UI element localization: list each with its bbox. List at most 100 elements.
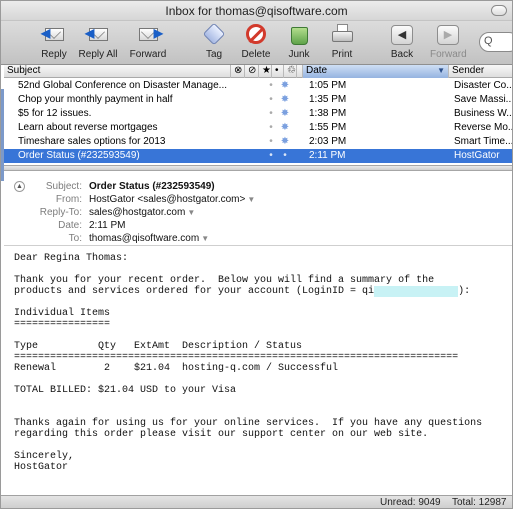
message-row[interactable]: $5 for 12 issues. • ✸ 1:38 PM Business W… xyxy=(4,107,512,121)
junk-label: Junk xyxy=(288,49,310,60)
body-greeting: Dear Regina Thomas: xyxy=(14,253,129,264)
delete-icon xyxy=(243,24,269,46)
column-attachment-icon[interactable]: ⊘ xyxy=(245,65,259,78)
search-icon: Q xyxy=(484,35,493,47)
message-list: Subject ⊗ ⊘ ★ • ♲ Date ▼ Sender 52nd Glo… xyxy=(4,65,512,165)
header-date: 2:11 PM xyxy=(89,220,126,231)
forward-button[interactable]: ▶ Forward xyxy=(128,23,168,63)
message-row[interactable]: Learn about reverse mortgages • ✸ 1:55 P… xyxy=(4,121,512,135)
header-replyto[interactable]: sales@hostgator.com ▼ xyxy=(89,207,195,219)
delete-button[interactable]: Delete xyxy=(241,23,271,63)
message-subject: Learn about reverse mortgages xyxy=(18,122,158,133)
back-button[interactable]: ◀ Back xyxy=(387,23,417,63)
column-junk-icon[interactable]: ♲ xyxy=(284,65,297,78)
items-table-rule: ========================================… xyxy=(14,352,459,363)
header-subject: Order Status (#232593549) xyxy=(89,181,215,192)
header-from-value: HostGator <sales@hostgator.com> xyxy=(89,194,246,205)
tag-icon xyxy=(201,22,227,46)
header-from[interactable]: HostGator <sales@hostgator.com> ▼ xyxy=(89,194,255,206)
forward-label: Forward xyxy=(129,49,167,60)
back-label: Back xyxy=(390,49,414,60)
message-sender: Smart Time... xyxy=(454,136,512,147)
items-underline: ================ xyxy=(14,319,111,330)
reply-label: Reply xyxy=(41,49,67,60)
chevron-down-icon: ▼ xyxy=(201,234,210,243)
message-view: ▲ Subject: Order Status (#232593549) Fro… xyxy=(4,171,512,497)
column-sender[interactable]: Sender xyxy=(449,65,512,78)
message-row[interactable]: Timeshare sales options for 2013 • ✸ 2:0… xyxy=(4,135,512,149)
body-signature: HostGator xyxy=(14,462,69,473)
redacted-login-id xyxy=(374,286,459,297)
mail-window: Inbox for thomas@qisoftware.com ◀ Reply … xyxy=(0,0,513,509)
body-signoff: Sincerely, xyxy=(14,451,75,462)
message-date: 1:35 PM xyxy=(309,94,347,105)
status-bar: Unread: 9049 Total: 12987 xyxy=(1,495,512,508)
unread-dot-icon: • xyxy=(269,94,273,105)
message-subject: Timeshare sales options for 2013 xyxy=(18,136,166,147)
flag-icon: ✸ xyxy=(280,136,290,147)
forward-nav-label: Forward xyxy=(430,49,467,60)
print-button[interactable]: Print xyxy=(328,23,356,63)
header-replyto-row: Reply-To: sales@hostgator.com ▼ xyxy=(4,207,512,219)
unread-dot-icon: • xyxy=(269,80,273,91)
message-date: 1:38 PM xyxy=(309,108,347,119)
message-sender: Disaster Co... xyxy=(454,80,512,91)
header-date-row: Date: 2:11 PM xyxy=(4,220,512,232)
toolbar-toggle-button[interactable] xyxy=(491,5,507,16)
message-subject: $5 for 12 issues. xyxy=(18,108,92,119)
message-date: 1:55 PM xyxy=(309,122,347,133)
reply-icon: ◀ xyxy=(41,24,67,46)
body-thanks-line1: Thanks again for using us for your onlin… xyxy=(14,418,483,429)
message-row[interactable]: 52nd Global Conference on Disaster Manag… xyxy=(4,79,512,93)
body-intro-line2: products and services ordered for your a… xyxy=(14,286,375,297)
replyto-label: Reply-To: xyxy=(39,207,82,218)
header-from-row: From: HostGator <sales@hostgator.com> ▼ xyxy=(4,194,512,206)
items-title: Individual Items xyxy=(14,308,111,319)
chevron-down-icon: ▼ xyxy=(187,208,196,217)
reply-all-label: Reply All xyxy=(78,49,118,60)
unread-count: Unread: 9049 xyxy=(380,497,441,508)
title-bar: Inbox for thomas@qisoftware.com xyxy=(1,1,512,21)
print-label: Print xyxy=(331,49,353,60)
header-to[interactable]: thomas@qisoftware.com ▼ xyxy=(89,233,209,245)
flag-icon: ✸ xyxy=(280,94,290,105)
tag-button[interactable]: Tag xyxy=(200,22,228,63)
column-thread-icon[interactable]: ⊗ xyxy=(231,65,245,78)
message-row[interactable]: Chop your monthly payment in half • ✸ 1:… xyxy=(4,93,512,107)
body-intro-line2-end: ): xyxy=(458,286,471,297)
reply-all-button[interactable]: ◀ Reply All xyxy=(78,23,118,63)
subject-label: Subject: xyxy=(45,181,82,192)
total-billed: TOTAL BILLED: $21.04 USD to your Visa xyxy=(14,385,237,396)
forward-icon: ▶ xyxy=(135,24,163,46)
items-table-header: Type Qty ExtAmt Description / Status xyxy=(14,341,303,352)
flag-icon: ✸ xyxy=(280,80,290,91)
sort-descending-icon: ▼ xyxy=(437,66,445,75)
date-label: Date: xyxy=(58,220,82,231)
message-date: 1:05 PM xyxy=(309,80,347,91)
column-star-icon[interactable]: ★ xyxy=(259,65,272,78)
reply-all-icon: ◀ xyxy=(85,24,111,46)
message-subject: Chop your monthly payment in half xyxy=(18,94,173,105)
forward-arrow-icon: ▶ xyxy=(435,24,461,46)
message-subject: 52nd Global Conference on Disaster Manag… xyxy=(18,80,228,91)
header-separator xyxy=(4,245,512,246)
column-read-icon[interactable]: • xyxy=(272,65,284,78)
from-label: From: xyxy=(55,194,82,205)
body-intro-line1: Thank you for your recent order. Below y… xyxy=(14,275,435,286)
toolbar: ◀ Reply ◀ Reply All ▶ Forward Tag Delete… xyxy=(1,21,512,65)
message-date: 2:11 PM xyxy=(309,150,346,161)
junk-button[interactable]: Junk xyxy=(286,23,312,63)
forward-nav-button[interactable]: ▶ Forward xyxy=(430,23,467,63)
unread-dot-icon: • xyxy=(269,150,273,161)
column-subject[interactable]: Subject xyxy=(4,65,231,78)
search-field[interactable]: Q xyxy=(479,32,512,52)
reply-button[interactable]: ◀ Reply xyxy=(37,23,71,63)
column-date[interactable]: Date ▼ xyxy=(303,65,449,78)
flag-icon: ✸ xyxy=(280,122,290,133)
unread-dot-icon: • xyxy=(269,108,273,119)
window-title: Inbox for thomas@qisoftware.com xyxy=(165,4,348,18)
flag-icon: • xyxy=(283,150,287,161)
message-sender: Save Massi... xyxy=(454,94,512,105)
message-sender: Reverse Mo... xyxy=(454,122,512,133)
message-row-selected[interactable]: Order Status (#232593549) • • 2:11 PM Ho… xyxy=(4,149,512,163)
